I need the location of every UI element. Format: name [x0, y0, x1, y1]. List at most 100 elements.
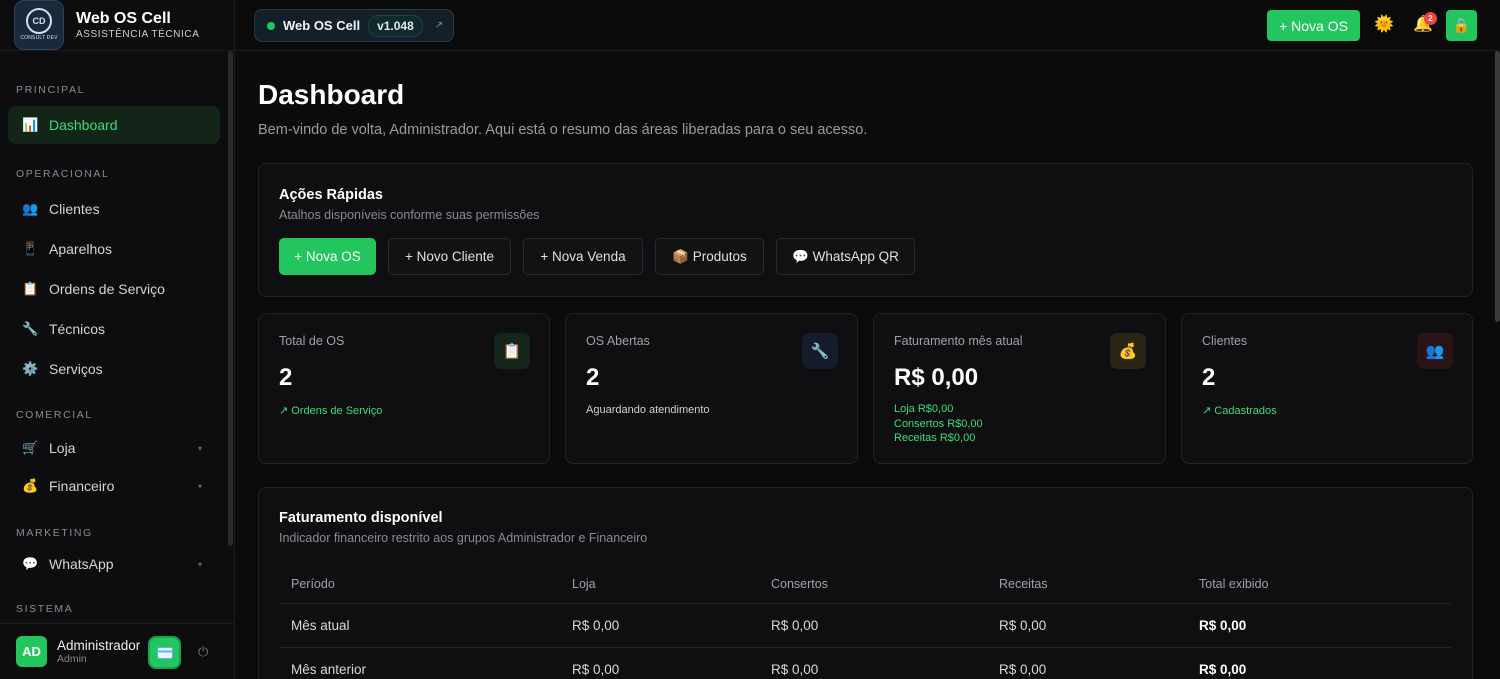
sidebar-scrollbar[interactable]	[228, 51, 233, 546]
logo-sub: CONSULT DEV	[20, 35, 58, 41]
col-consertos: Consertos	[759, 565, 987, 604]
page-title: Dashboard	[258, 79, 405, 110]
user-name: Administrador	[57, 638, 141, 653]
billing-table: Período Loja Consertos Receitas Total ex…	[279, 565, 1452, 679]
version-tag: v1.048	[368, 14, 423, 37]
lock-button[interactable]: 🔒	[1446, 10, 1477, 41]
power-icon[interactable]: ⏻	[198, 644, 208, 660]
gear-icon: ⚙️	[22, 361, 39, 376]
cart-icon: 🛒	[22, 440, 39, 455]
version-title: Web OS Cell	[283, 18, 361, 33]
col-total: Total exibido	[1187, 565, 1452, 604]
stat-value: 2	[1202, 364, 1216, 391]
brand[interactable]: CD CONSULT DEV Web OS Cell ASSISTÊNCIA T…	[0, 0, 234, 51]
stat-card-billing: Faturamento mês atual R$ 0,00 Loja R$0,0…	[873, 313, 1166, 464]
chevron-down-icon: ▾	[197, 481, 202, 491]
card-button[interactable]	[148, 636, 181, 669]
cell-periodo: Mês anterior	[279, 647, 560, 679]
billing-line-receitas: Receitas R$0,00	[894, 432, 976, 444]
sidebar-item-whatsapp[interactable]: 💬 WhatsApp ▾	[8, 545, 220, 583]
qa-products-button[interactable]: 📦 Produtos	[655, 238, 764, 275]
sidebar-item-label: Aparelhos	[49, 241, 113, 257]
sidebar-item-label: Clientes	[49, 201, 100, 217]
billing-line-loja: Loja R$0,00	[894, 403, 954, 415]
sidebar-item-servicos[interactable]: ⚙️ Serviços	[8, 350, 220, 388]
money-bag-icon: 💰	[22, 478, 39, 493]
user-profile[interactable]: AD Administrador Admin ⏻	[0, 623, 234, 679]
sidebar-nav: PRINCIPAL 📊 Dashboard OPERACIONAL 👥 Clie…	[0, 51, 228, 623]
cell-total: R$ 0,00	[1187, 603, 1452, 648]
billing-panel: Faturamento disponível Indicador finance…	[258, 487, 1473, 679]
bar-chart-icon: 📊	[22, 117, 39, 132]
chat-icon: 💬	[22, 556, 39, 571]
table-header-row: Período Loja Consertos Receitas Total ex…	[279, 565, 1452, 604]
col-loja: Loja	[560, 565, 759, 604]
quick-actions-subtitle: Atalhos disponíveis conforme suas permis…	[279, 208, 540, 222]
page-scrollbar[interactable]	[1495, 51, 1500, 322]
sidebar-item-label: Técnicos	[49, 321, 106, 337]
users-icon: 👥	[1417, 333, 1453, 369]
version-pill[interactable]: Web OS Cell v1.048 ↗	[254, 9, 454, 42]
stat-note: ↗ Cadastrados	[1202, 405, 1277, 417]
wrench-icon: 🔧	[22, 321, 39, 336]
avatar: AD	[16, 636, 47, 667]
brand-name: Web OS Cell	[76, 10, 171, 27]
sidebar-item-label: WhatsApp	[49, 556, 114, 572]
table-row: Mês anterior R$ 0,00 R$ 0,00 R$ 0,00 R$ …	[279, 647, 1452, 679]
stat-label: OS Abertas	[586, 334, 650, 348]
sidebar-item-ordens[interactable]: 📋 Ordens de Serviço	[8, 270, 220, 308]
sidebar-item-loja[interactable]: 🛒 Loja ▾	[8, 429, 220, 467]
sidebar-item-label: Dashboard	[49, 117, 118, 133]
billing-subtitle: Indicador financeiro restrito aos grupos…	[279, 531, 648, 545]
sun-icon[interactable]: 🌞	[1374, 14, 1394, 34]
cell-total: R$ 0,00	[1187, 647, 1452, 679]
table-row: Mês atual R$ 0,00 R$ 0,00 R$ 0,00 R$ 0,0…	[279, 603, 1452, 648]
page-subtitle: Bem-vindo de volta, Administrador. Aqui …	[258, 122, 868, 138]
topbar: Web OS Cell v1.048 ↗ + Nova OS 🌞 🔔 2 🔒	[235, 0, 1500, 51]
col-periodo: Período	[279, 565, 560, 604]
stat-note: ↗ Ordens de Serviço	[279, 405, 383, 417]
cell-receitas: R$ 0,00	[987, 647, 1187, 679]
credit-card-icon	[156, 646, 173, 659]
sidebar-item-label: Ordens de Serviço	[49, 281, 165, 297]
sidebar-item-clientes[interactable]: 👥 Clientes	[8, 190, 220, 228]
cell-periodo: Mês atual	[279, 603, 560, 648]
cell-receitas: R$ 0,00	[987, 603, 1187, 648]
section-comercial: COMERCIAL	[16, 409, 93, 421]
sidebar-item-financeiro[interactable]: 💰 Financeiro ▾	[8, 467, 220, 505]
sidebar-item-label: Financeiro	[49, 478, 115, 494]
section-marketing: MARKETING	[16, 527, 93, 539]
brand-subtitle: ASSISTÊNCIA TÉCNICA	[76, 29, 200, 40]
qa-new-os-button[interactable]: + Nova OS	[279, 238, 376, 275]
quick-actions-panel: Ações Rápidas Atalhos disponíveis confor…	[258, 163, 1473, 297]
section-principal: PRINCIPAL	[16, 84, 86, 96]
sidebar-item-dashboard[interactable]: 📊 Dashboard	[8, 106, 220, 144]
qa-new-client-button[interactable]: + Novo Cliente	[388, 238, 511, 275]
stat-label: Faturamento mês atual	[894, 334, 1023, 348]
qa-new-sale-button[interactable]: + Nova Venda	[523, 238, 643, 275]
phone-icon: 📱	[22, 241, 39, 256]
lock-icon: 🔒	[1452, 17, 1471, 33]
col-receitas: Receitas	[987, 565, 1187, 604]
sidebar-item-tecnicos[interactable]: 🔧 Técnicos	[8, 310, 220, 348]
users-icon: 👥	[22, 201, 39, 216]
billing-title: Faturamento disponível	[279, 510, 443, 526]
qa-whatsapp-qr-button[interactable]: 💬 WhatsApp QR	[776, 238, 915, 275]
sidebar-item-aparelhos[interactable]: 📱 Aparelhos	[8, 230, 220, 268]
external-link-icon: ↗	[434, 20, 444, 31]
stat-label: Clientes	[1202, 334, 1248, 348]
logo-text: CD	[32, 15, 46, 26]
chevron-down-icon: ▾	[197, 443, 202, 453]
wrench-icon: 🔧	[802, 333, 838, 369]
section-sistema: SISTEMA	[16, 603, 74, 615]
clipboard-icon: 📋	[22, 281, 39, 296]
main-content: Dashboard Bem-vindo de volta, Administra…	[235, 51, 1495, 679]
stat-label: Total de OS	[279, 334, 345, 348]
section-operacional: OPERACIONAL	[16, 168, 110, 180]
new-os-button[interactable]: + Nova OS	[1267, 10, 1360, 41]
stat-note: Aguardando atendimento	[586, 404, 710, 416]
cell-loja: R$ 0,00	[560, 647, 759, 679]
cell-loja: R$ 0,00	[560, 603, 759, 648]
clipboard-icon: 📋	[494, 333, 530, 369]
sidebar-item-label: Loja	[49, 440, 76, 456]
